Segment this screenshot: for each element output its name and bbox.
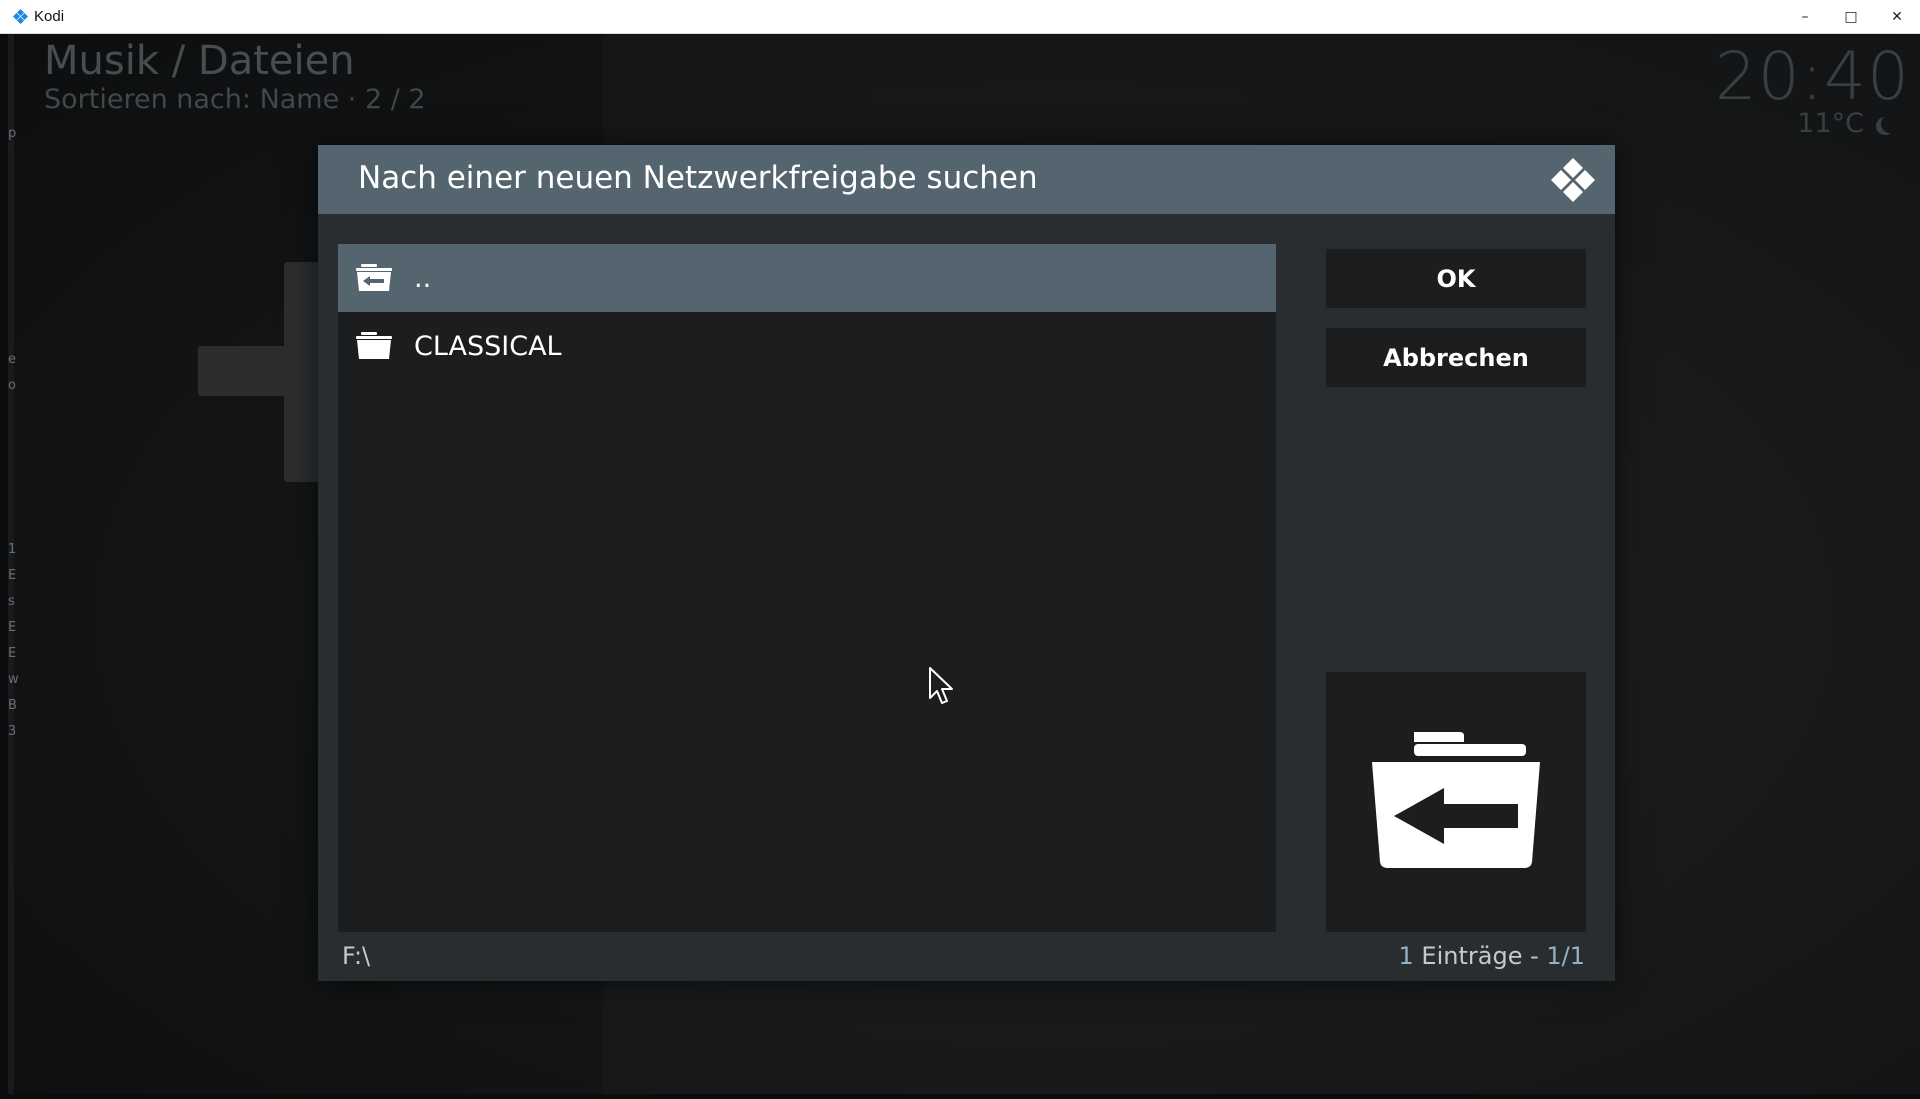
list-item-label: CLASSICAL [414,330,562,362]
temperature: 11°C [1797,108,1864,139]
left-edge-letter: p [8,126,17,141]
current-path: F:\ [342,942,371,970]
item-count: 1 Einträge - 1/1 [1399,942,1585,970]
browse-network-share-dialog: Nach einer neuen Netzwerkfreigabe suchen… [318,145,1615,981]
list-item-parent[interactable]: .. [338,244,1276,312]
left-edge-letter: s [8,594,15,609]
folder-back-icon [1372,732,1540,868]
left-edge-letter: o [8,378,16,393]
sort-info: Sortieren nach: Name · 2 / 2 [44,84,426,115]
left-edge-letter: 3 [8,724,17,739]
item-count-label: Einträge - [1413,942,1547,970]
left-edge-letter: 1 [8,542,17,557]
left-edge-letter: E [8,646,17,661]
list-item-label: .. [414,262,432,294]
left-edge-letter: E [8,620,17,635]
left-edge-letter: w [8,672,19,687]
moon-icon [1881,115,1899,133]
weather-info: 11°C [1797,108,1894,139]
item-count-page: 1/1 [1546,942,1585,970]
preview-thumbnail [1326,672,1586,932]
ok-button[interactable]: OK [1326,249,1586,308]
left-edge-letter: e [8,352,16,367]
file-list: .. CLASSICAL [338,244,1276,932]
clock: 20:40 [1714,38,1910,115]
left-edge-letter: B [8,698,17,713]
close-button[interactable]: ✕ [1874,0,1920,34]
page-title: Musik / Dateien [44,38,355,84]
left-strip [8,34,14,1094]
mouse-cursor-icon [929,667,953,704]
maximize-button[interactable]: □ [1828,0,1874,34]
cancel-button[interactable]: Abbrechen [1326,328,1586,387]
item-count-number: 1 [1398,942,1414,970]
dialog-header: Nach einer neuen Netzwerkfreigabe suchen [318,145,1615,214]
list-item-folder[interactable]: CLASSICAL [338,312,1276,380]
kodi-logo-icon [1549,156,1597,204]
dialog-title: Nach einer neuen Netzwerkfreigabe suchen [358,160,1038,196]
folder-back-icon [356,264,392,291]
window-titlebar: Kodi – □ ✕ [0,0,1920,34]
window-controls: – □ ✕ [1782,0,1920,34]
minimize-button[interactable]: – [1782,0,1828,34]
window-title: Kodi [34,8,65,25]
folder-icon [356,332,392,359]
kodi-app-icon [12,8,29,24]
left-edge-letter: E [8,568,17,583]
